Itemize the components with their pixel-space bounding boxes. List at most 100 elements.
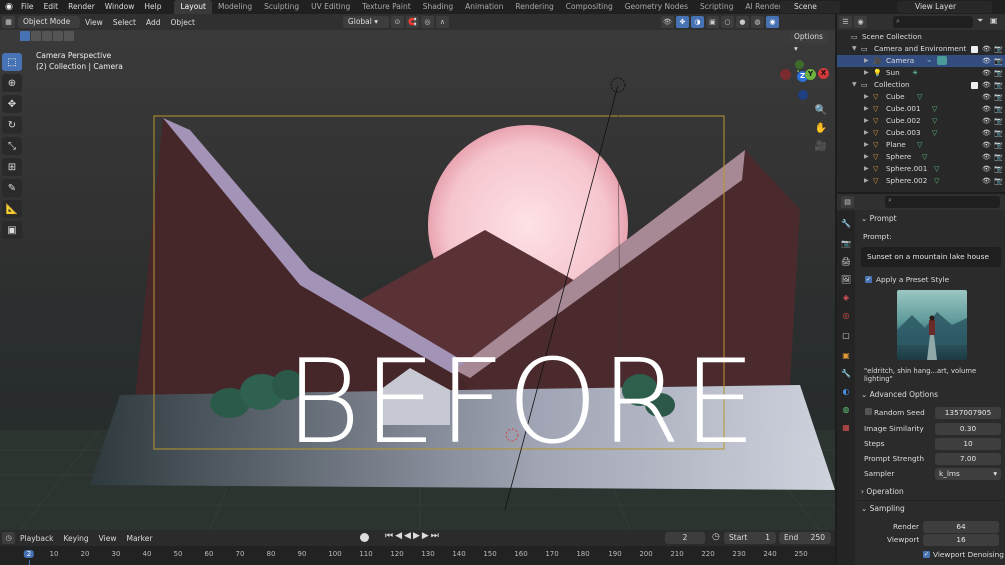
menu-render[interactable]: Render: [63, 0, 100, 14]
expand-arrow-icon[interactable]: ▶: [864, 91, 869, 103]
expand-arrow-icon[interactable]: ▶: [864, 67, 869, 79]
timeline-ruler[interactable]: 2 10 20 30 40 50 60 70 80 90 100 110 120…: [0, 546, 835, 565]
measure-tool-icon[interactable]: 📐: [2, 200, 22, 218]
scene-selector[interactable]: Scene: [780, 1, 840, 13]
menu-file[interactable]: File: [16, 0, 39, 14]
timeline-menu-marker[interactable]: Marker: [121, 534, 157, 543]
sampling-panel-header[interactable]: ⌄ Sampling: [861, 504, 905, 513]
outliner-row[interactable]: ▶ ▽ Cube.003 ▽ 👁 📷: [837, 127, 1005, 139]
outliner-row[interactable]: ▶ ▽ Cube.002 ▽ 👁 📷: [837, 115, 1005, 127]
tool-tab-icon[interactable]: 🔧: [840, 218, 852, 230]
world-tab-icon[interactable]: ◎: [840, 310, 852, 322]
viewport-samples-field[interactable]: 16: [923, 534, 999, 546]
collection-tab-icon[interactable]: ▢: [840, 330, 852, 342]
outliner-scene-collection[interactable]: ▭ Scene Collection: [837, 31, 1005, 43]
outliner-search-input[interactable]: ⌕: [893, 16, 973, 28]
collapse-arrow-icon[interactable]: ▼: [852, 79, 857, 91]
timeline-menu-view[interactable]: View: [94, 534, 122, 543]
gizmo-x-icon[interactable]: X: [818, 68, 829, 79]
steps-field[interactable]: 10: [935, 438, 1001, 450]
prompt-strength-field[interactable]: 7.00: [935, 453, 1001, 465]
timeline-editor-type-icon[interactable]: ◷: [2, 532, 15, 544]
properties-editor-type-icon[interactable]: ▤: [841, 196, 854, 208]
shading-wireframe-icon[interactable]: ○: [720, 16, 734, 28]
outliner-row[interactable]: ▶ ▽ Cube ▽ 👁 📷: [837, 91, 1005, 103]
render-camera-icon[interactable]: 📷: [994, 55, 1003, 67]
visibility-eye-icon[interactable]: 👁: [982, 127, 991, 139]
3d-viewport[interactable]: Camera Perspective (2) Collection | Came…: [0, 30, 835, 530]
render-camera-icon[interactable]: 📷: [994, 103, 1003, 115]
xray-icon[interactable]: ▣: [705, 16, 719, 28]
random-seed-checkbox[interactable]: [865, 408, 872, 415]
timeline-tick[interactable]: 2: [23, 550, 35, 558]
overlay-toggle-icon[interactable]: ◑: [690, 16, 704, 28]
apply-preset-style-checkbox[interactable]: ✓: [865, 276, 872, 283]
outliner-row[interactable]: ▼ ▭ Camera and Environment 👁 📷: [837, 43, 1005, 55]
outliner-row[interactable]: ▶ ▽ Sphere.002 ▽ 👁 📷: [837, 175, 1005, 187]
new-collection-icon[interactable]: ▣: [990, 16, 998, 25]
operation-panel-header[interactable]: › Operation: [861, 487, 904, 496]
expand-arrow-icon[interactable]: ▶: [864, 151, 869, 163]
move-tool-icon[interactable]: ✥: [2, 95, 22, 113]
tab-shading[interactable]: Shading: [417, 0, 459, 14]
expand-arrow-icon[interactable]: ▶: [864, 175, 869, 187]
visibility-eye-icon[interactable]: 👁: [982, 91, 991, 103]
viewport-denoising-checkbox[interactable]: ✓: [923, 551, 930, 558]
render-camera-icon[interactable]: 📷: [994, 67, 1003, 79]
gizmo-y-icon[interactable]: Y: [805, 69, 816, 80]
visibility-eye-icon[interactable]: 👁: [982, 175, 991, 187]
editor-type-icon[interactable]: ▦: [2, 16, 15, 28]
tab-scripting[interactable]: Scripting: [694, 0, 739, 14]
cursor-tool-icon[interactable]: ⊕: [2, 74, 22, 92]
properties-search-input[interactable]: ⌕: [885, 196, 1000, 208]
visibility-eye-icon[interactable]: 👁: [982, 43, 991, 55]
current-frame-field[interactable]: 2: [665, 532, 705, 544]
render-camera-icon[interactable]: 📷: [994, 91, 1003, 103]
expand-arrow-icon[interactable]: ▶: [864, 139, 869, 151]
expand-arrow-icon[interactable]: ▶: [864, 115, 869, 127]
transform-orientation-selector[interactable]: Global ▾: [342, 16, 389, 28]
visibility-eye-icon[interactable]: 👁: [982, 79, 991, 91]
select-subtract-icon[interactable]: [42, 31, 52, 41]
tab-geometry-nodes[interactable]: Geometry Nodes: [619, 0, 694, 14]
tab-compositing[interactable]: Compositing: [560, 0, 619, 14]
timeline-menu-playback[interactable]: Playback: [15, 534, 58, 543]
annotate-tool-icon[interactable]: ✎: [2, 179, 22, 197]
render-camera-icon[interactable]: 📷: [994, 175, 1003, 187]
advanced-options-panel-header[interactable]: ⌄ Advanced Options: [861, 390, 938, 399]
render-camera-icon[interactable]: 📷: [994, 79, 1003, 91]
tab-modeling[interactable]: Modeling: [212, 0, 258, 14]
viewport-menu-add[interactable]: Add: [141, 18, 166, 27]
transform-tool-icon[interactable]: ⊞: [2, 158, 22, 176]
gizmo-neg-z-icon[interactable]: [798, 90, 808, 100]
gizmo-y-axis-icon[interactable]: [797, 70, 799, 72]
tab-layout[interactable]: Layout: [174, 0, 212, 14]
tab-rendering[interactable]: Rendering: [509, 0, 559, 14]
snap-icon[interactable]: 🧲: [405, 16, 419, 28]
sampler-dropdown[interactable]: k_lms ▾: [935, 468, 1001, 480]
outliner-editor-type-icon[interactable]: ☰: [839, 16, 852, 28]
menu-help[interactable]: Help: [139, 0, 166, 14]
render-camera-icon[interactable]: 📷: [994, 151, 1003, 163]
shading-material-icon[interactable]: ◍: [750, 16, 764, 28]
select-invert-icon[interactable]: [53, 31, 63, 41]
tab-sculpting[interactable]: Sculpting: [258, 0, 305, 14]
object-tab-icon[interactable]: ▣: [840, 350, 852, 362]
zoom-view-icon[interactable]: 🔍: [813, 102, 829, 118]
add-cube-tool-icon[interactable]: ▣: [2, 221, 22, 239]
display-mode-icon[interactable]: ◉: [854, 16, 867, 28]
pivot-point-icon[interactable]: ⊙: [390, 16, 404, 28]
viewport-menu-object[interactable]: Object: [165, 18, 199, 27]
render-camera-icon[interactable]: 📷: [994, 43, 1003, 55]
timeline-menu-keying[interactable]: Keying: [58, 534, 93, 543]
exclude-checkbox[interactable]: [971, 46, 978, 53]
expand-arrow-icon[interactable]: ▶: [864, 163, 869, 175]
options-button[interactable]: Options ▾: [790, 31, 828, 53]
outliner-row[interactable]: ▶ 🎥 Camera ⌁ 👁 📷: [837, 55, 1005, 67]
menu-window[interactable]: Window: [100, 0, 140, 14]
viewport-menu-select[interactable]: Select: [108, 18, 141, 27]
gizmo-neg-y-icon[interactable]: [795, 60, 804, 69]
preset-style-thumbnail[interactable]: [897, 290, 967, 360]
outliner-row[interactable]: ▶ 💡 Sun ☀ 👁 📷: [837, 67, 1005, 79]
camera-view-icon[interactable]: 🎥: [813, 138, 829, 154]
